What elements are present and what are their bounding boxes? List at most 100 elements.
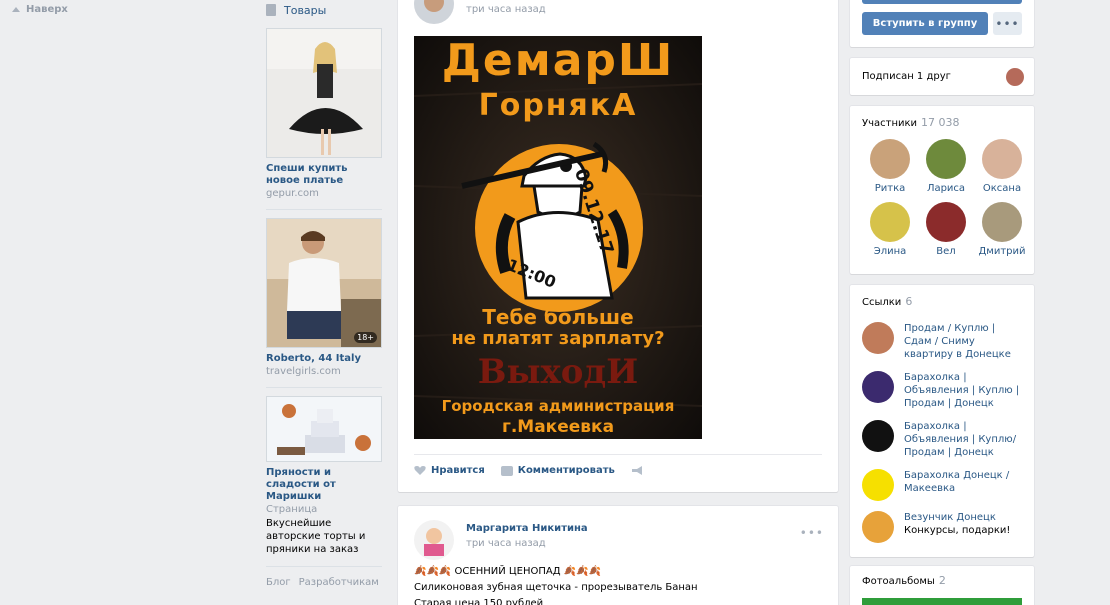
links-header[interactable]: Ссылки 6 [862, 295, 1022, 308]
link-item[interactable]: Продам / Куплю | Сдам / Сниму квартиру в… [862, 322, 1022, 361]
link-title: Барахолка Донецк / Макеевка [904, 470, 1010, 494]
ad-site: Страница [266, 504, 318, 515]
ad-site: travelgirls.com [266, 366, 341, 377]
links-card: Ссылки 6 Продам / Куплю | Сдам / Сниму кв… [850, 285, 1034, 557]
friend-avatar[interactable] [1006, 68, 1024, 86]
link-title: Везунчик Донецк [904, 512, 996, 523]
member-name: Ритка [874, 183, 906, 194]
comment-icon [500, 465, 513, 476]
join-group-button[interactable]: Вступить в группу [862, 12, 988, 35]
members-grid: Ритка Лариса Оксана Элина Вел Дмитрий [862, 139, 1026, 257]
post-image-poster[interactable]: ДемарШ ГорнякА 09.12.17 12:00 Тебе больш… [414, 36, 702, 439]
poster-line1: ДемарШ [441, 36, 675, 86]
ad-site: gepur.com [266, 188, 319, 199]
albums-card: Фотоальбомы 2 [850, 566, 1034, 605]
poster-question-1: Тебе больше [482, 305, 634, 329]
more-actions-button[interactable]: ••• [993, 12, 1022, 35]
like-button[interactable]: Нравится [414, 465, 485, 476]
member-name: Вел [936, 246, 956, 257]
member-item[interactable]: Лариса [918, 139, 974, 194]
footer-links: Блог Разработчикам [266, 577, 382, 588]
members-header[interactable]: Участники 17 038 [862, 116, 1022, 129]
link-avatar [862, 371, 894, 403]
ad-item[interactable]: Спеши купить новое платье gepur.com [266, 28, 382, 210]
poster-place-2: г.Макеевка [501, 417, 615, 437]
friends-label: Подписан 1 друг [862, 71, 951, 82]
ads-header-label: Товары [284, 3, 327, 17]
friends-card[interactable]: Подписан 1 друг [850, 58, 1034, 95]
shopping-bag-icon [266, 4, 276, 16]
footer-link-blog[interactable]: Блог [266, 577, 291, 588]
member-name: Элина [873, 246, 907, 257]
members-title: Участники [862, 118, 918, 129]
post-text-line: 🍂🍂🍂 ОСЕННИЙ ЦЕНОПАД 🍂🍂🍂 [414, 566, 602, 577]
share-button[interactable] [631, 465, 643, 476]
age-rating-badge: 18+ [354, 332, 377, 343]
member-avatar [870, 202, 910, 242]
post-text-line: Силиконовая зубная щеточка - прорезывате… [414, 582, 698, 593]
ad-title[interactable]: Спеши купить новое платье [266, 163, 382, 187]
back-to-top-link[interactable]: Наверх [12, 4, 68, 15]
wall-post: три часа назад ДемарШ ГорнякА 09.12.17 1… [398, 0, 838, 492]
ad-image-dress[interactable] [266, 28, 382, 158]
ads-header[interactable]: Товары [266, 0, 382, 20]
member-item[interactable]: Элина [862, 202, 918, 257]
link-item[interactable]: Барахолка | Объявления | Куплю/Продам | … [862, 420, 1022, 459]
link-avatar [862, 511, 894, 543]
member-item[interactable]: Оксана [974, 139, 1030, 194]
ad-image-man[interactable]: 18+ [266, 218, 382, 348]
post-time[interactable]: три часа назад [466, 538, 546, 549]
poster-place-1: Городская администрация [441, 397, 675, 415]
post-text-line: Старая цена 150 рублей [414, 598, 544, 605]
ads-column: Товары Спеши купить новое платье gepur.c… [266, 0, 382, 588]
megaphone-icon [631, 466, 642, 475]
post-time[interactable]: три часа назад [466, 4, 546, 15]
post-menu-icon[interactable]: ••• [800, 526, 824, 540]
post-author-avatar[interactable] [414, 520, 454, 560]
link-item[interactable]: Барахолка | Объявления | Куплю | Продам … [862, 371, 1022, 410]
ad-image-cake[interactable] [266, 396, 382, 462]
footer-link-developers[interactable]: Разработчикам [299, 577, 379, 588]
member-name: Дмитрий [978, 246, 1026, 257]
link-subtitle: Конкурсы, подарки! [904, 525, 1011, 536]
member-item[interactable]: Ритка [862, 139, 918, 194]
arrow-up-icon [12, 7, 20, 12]
comment-button[interactable]: Комментировать [500, 465, 615, 476]
link-title: Продам / Куплю | Сдам / Сниму квартиру в… [904, 323, 1011, 360]
poster-call: ВыходИ [477, 352, 639, 392]
member-avatar [870, 139, 910, 179]
links-count: 6 [905, 295, 913, 308]
member-item[interactable]: Вел [918, 202, 974, 257]
link-item[interactable]: Везунчик Донецк Конкурсы, подарки! [862, 511, 1022, 543]
message-button[interactable] [862, 0, 1022, 4]
member-avatar [926, 202, 966, 242]
post-actions: Нравится Комментировать [414, 454, 822, 476]
member-avatar [982, 202, 1022, 242]
ad-title[interactable]: Пряности и сладости от Маришки [266, 467, 382, 503]
member-avatar [982, 139, 1022, 179]
back-to-top-label: Наверх [26, 4, 68, 15]
member-avatar [926, 139, 966, 179]
members-card: Участники 17 038 Ритка Лариса Оксана Элин… [850, 106, 1034, 274]
link-avatar [862, 469, 894, 501]
poster-line2: ГорнякА [478, 88, 638, 123]
links-title: Ссылки [862, 297, 902, 308]
ad-item[interactable]: Пряности и сладости от Маришки Страница … [266, 396, 382, 567]
poster-question-2: не платят зарплату? [451, 328, 665, 349]
albums-title: Фотоальбомы [862, 576, 935, 587]
post-author-avatar[interactable] [414, 0, 454, 24]
members-count: 17 038 [921, 116, 960, 129]
heart-icon [414, 466, 426, 475]
link-avatar [862, 420, 894, 452]
comment-label: Комментировать [517, 465, 615, 476]
albums-header[interactable]: Фотоальбомы 2 [862, 574, 1022, 587]
link-item[interactable]: Барахолка Донецк / Макеевка [862, 469, 1022, 501]
wall-post: Маргарита Никитина три часа назад ••• 🍂🍂… [398, 506, 838, 605]
ad-title[interactable]: Roberto, 44 Italy [266, 353, 382, 365]
member-item[interactable]: Дмитрий [974, 202, 1030, 257]
ad-item[interactable]: 18+ Roberto, 44 Italy travelgirls.com [266, 218, 382, 388]
album-cover[interactable] [862, 598, 1022, 605]
member-name: Оксана [982, 183, 1022, 194]
like-label: Нравится [431, 465, 485, 476]
post-author-name[interactable]: Маргарита Никитина [466, 523, 588, 534]
